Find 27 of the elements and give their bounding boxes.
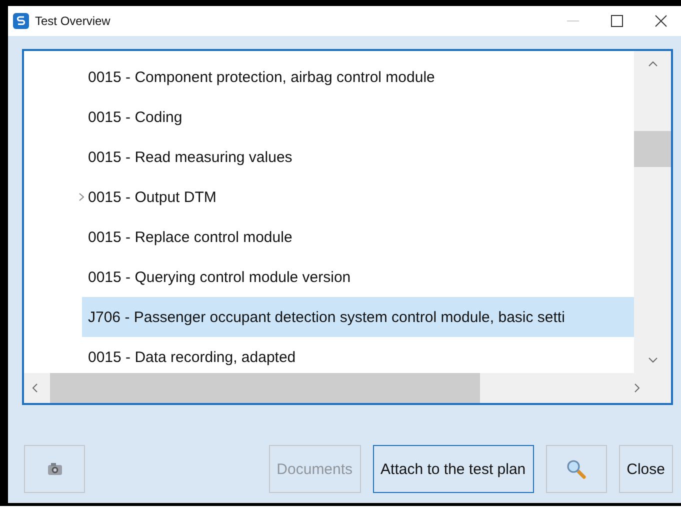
horizontal-scrollbar[interactable] bbox=[24, 373, 671, 403]
window-title: Test Overview bbox=[35, 14, 110, 28]
close-icon[interactable] bbox=[655, 15, 667, 27]
test-item[interactable]: J706 - Passenger occupant detection system control module, basic setti bbox=[82, 297, 634, 337]
dialog-button[interactable]: Close bbox=[618, 445, 673, 493]
vertical-scrollbar[interactable] bbox=[634, 51, 671, 373]
dialog-button[interactable]: Attach to the test plan bbox=[372, 445, 534, 493]
test-item[interactable]: 0015 - Coding bbox=[82, 97, 634, 137]
scroll-up-icon[interactable] bbox=[648, 61, 658, 67]
scrollbar-thumb[interactable] bbox=[50, 373, 480, 403]
test-item[interactable]: 0015 - Component protection, airbag control module bbox=[82, 57, 634, 97]
scrollbar-thumb[interactable] bbox=[634, 131, 671, 167]
test-item[interactable]: 0015 - Data recording, adapted bbox=[82, 337, 634, 373]
test-item[interactable]: 0015 - Output DTM bbox=[82, 177, 634, 217]
app-logo-icon bbox=[13, 13, 29, 29]
camera-button[interactable] bbox=[24, 445, 85, 493]
camera-icon bbox=[46, 462, 62, 476]
scroll-right-icon[interactable] bbox=[634, 383, 640, 393]
scroll-left-icon[interactable] bbox=[32, 383, 38, 393]
chevron-icon[interactable] bbox=[79, 193, 84, 201]
maximize-icon[interactable] bbox=[611, 15, 623, 27]
scroll-down-icon[interactable] bbox=[648, 357, 658, 363]
test-item[interactable]: 0015 - Querying control module version bbox=[82, 257, 634, 297]
test-item[interactable]: 0015 - Read measuring values bbox=[82, 137, 634, 177]
search-icon bbox=[566, 459, 586, 479]
search-button[interactable] bbox=[546, 445, 607, 493]
test-item[interactable]: 0015 - Replace control module bbox=[82, 217, 634, 257]
